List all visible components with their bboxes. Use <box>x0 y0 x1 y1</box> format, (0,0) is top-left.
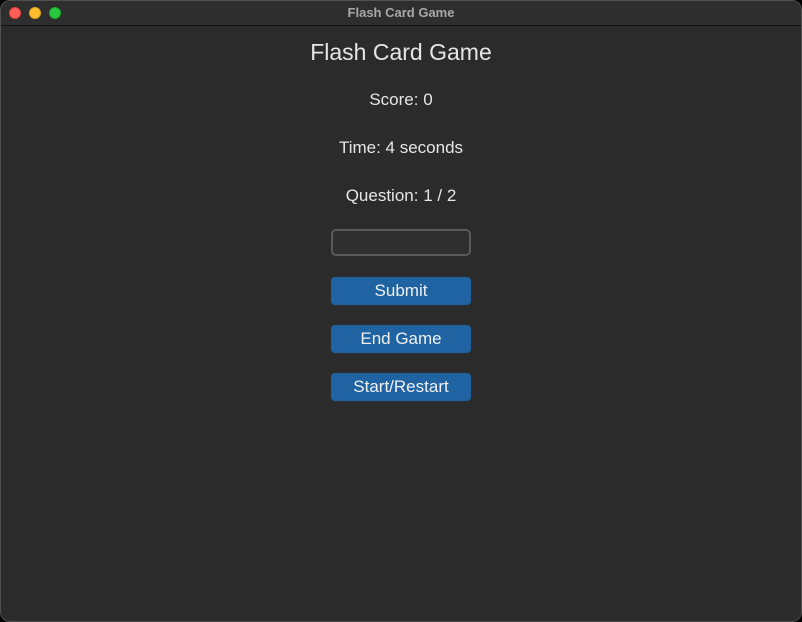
window-title: Flash Card Game <box>347 5 455 20</box>
end-game-button[interactable]: End Game <box>331 325 471 353</box>
title-bar[interactable]: Flash Card Game <box>1 1 801 26</box>
start-restart-button[interactable]: Start/Restart <box>331 373 471 401</box>
time-label: Time: 4 seconds <box>338 138 464 157</box>
question-label: Question: 1 / 2 <box>345 186 457 205</box>
score-label: Score: 0 <box>369 90 433 109</box>
submit-button[interactable]: Submit <box>331 277 471 305</box>
answer-input[interactable] <box>331 229 471 256</box>
game-panel: Flash Card Game Score: 0 Time: 4 seconds… <box>1 26 801 621</box>
app-window: Flash Card Game Flash Card Game Score: 0… <box>0 0 802 622</box>
game-heading: Flash Card Game <box>310 39 492 65</box>
